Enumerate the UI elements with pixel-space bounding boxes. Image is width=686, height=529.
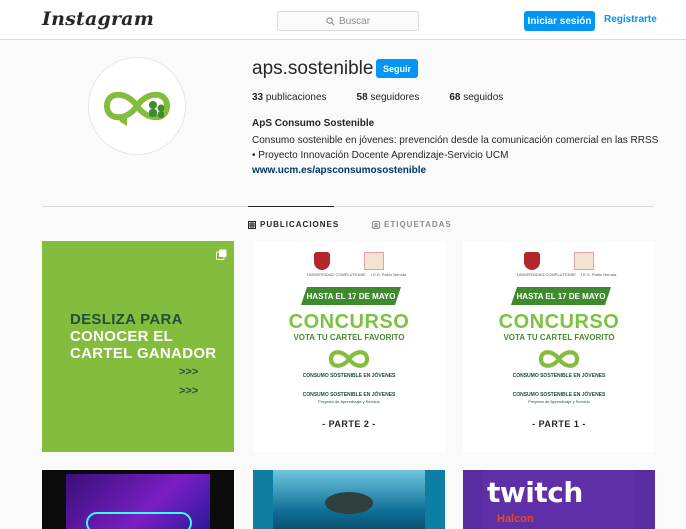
register-link[interactable]: Regístrarte (604, 14, 657, 25)
crest-label: UNIVERSIDAD COMPLUTENSE (307, 272, 366, 277)
twitch-logo: twitch (487, 476, 583, 509)
tabs-divider (42, 206, 654, 207)
post-concurso-parte-2[interactable]: UNIVERSIDAD COMPLUTENSE I.E.S. Pablo Ner… (253, 241, 445, 452)
top-nav: Instagram Buscar Iniciar sesión Regístra… (0, 0, 686, 40)
post-slide-ganador[interactable]: DESLIZA PARA CONOCER EL CARTEL GANADOR >… (42, 241, 234, 452)
carousel-icon (216, 249, 227, 260)
infinity-logo-icon (538, 350, 580, 368)
stat-following[interactable]: 68 seguidos (449, 92, 503, 103)
stat-posts: 33 publicaciones (252, 92, 327, 103)
search-placeholder: Buscar (338, 15, 371, 27)
poster-part: - PARTE 2 - (322, 419, 376, 429)
slide-text: DESLIZA PARA CONOCER EL CARTEL GANADOR (70, 311, 217, 362)
stat-followers[interactable]: 58 seguidores (357, 92, 420, 103)
school-label: I.E.S. Pablo Neruda (581, 272, 617, 277)
crest-label: UNIVERSIDAD COMPLUTENSE (517, 272, 576, 277)
post-concurso-parte-1[interactable]: UNIVERSIDAD COMPLUTENSE I.E.S. Pablo Ner… (463, 241, 655, 452)
profile-url-link[interactable]: www.ucm.es/apsconsumosostenible (252, 165, 426, 176)
poster-line-1: CONSUMO SOSTENIBLE EN JÓVENES (512, 373, 606, 379)
poster-title: CONCURSO (498, 311, 620, 333)
profile-avatar[interactable] (88, 57, 186, 155)
sustainability-logo-icon (103, 91, 171, 126)
neon-ring (86, 512, 192, 529)
poster-subtitle: VOTA TU CARTEL FAVORITO (293, 333, 405, 342)
follow-button[interactable]: Seguir (376, 59, 418, 78)
poster-part: - PARTE 1 - (532, 419, 586, 429)
instagram-logo[interactable]: Instagram (42, 8, 154, 30)
twitch-subtitle: Halcon (497, 513, 534, 525)
poster-subtitle: VOTA TU CARTEL FAVORITO (503, 333, 615, 342)
search-input[interactable]: Buscar (277, 11, 419, 31)
search-icon (326, 16, 335, 25)
poster-line-1: CONSUMO SOSTENIBLE EN JÓVENES (302, 373, 396, 379)
infinity-logo-icon (328, 350, 370, 368)
school-label: I.E.S. Pablo Neruda (371, 272, 407, 277)
login-button[interactable]: Iniciar sesión (524, 11, 595, 31)
poster-banner: HASTA EL 17 DE MAYO (301, 287, 401, 305)
ucm-crest-icon (524, 252, 540, 270)
profile-full-name: ApS Consumo Sostenible (252, 118, 375, 129)
slide-arrows: >>> >>> (179, 366, 199, 397)
post-neon-thumbnail[interactable] (42, 470, 234, 529)
school-logo-icon (574, 252, 594, 270)
profile-bio: Consumo sostenible en jóvenes: prevenció… (252, 135, 659, 161)
poster-title: CONCURSO (288, 311, 410, 333)
profile-username: aps.sostenible (252, 58, 374, 79)
poster-line-2: CONSUMO SOSTENIBLE EN JÓVENES (302, 392, 396, 398)
school-logo-icon (364, 252, 384, 270)
poster-line-3: Proyecto de Aprendizaje y Servicio (528, 399, 590, 404)
tag-person-icon (372, 220, 380, 229)
tab-publicaciones[interactable]: PUBLICACIONES (248, 220, 339, 229)
ucm-crest-icon (314, 252, 330, 270)
profile-stats: 33 publicaciones 58 seguidores 68 seguid… (252, 92, 533, 103)
post-sea-turtle[interactable] (253, 470, 445, 529)
active-tab-indicator (248, 206, 334, 207)
grid-icon (248, 220, 256, 229)
turtle-shape (325, 492, 373, 514)
poster-line-2: CONSUMO SOSTENIBLE EN JÓVENES (512, 392, 606, 398)
tab-etiquetadas[interactable]: ETIQUETADAS (372, 220, 452, 229)
poster-banner: HASTA EL 17 DE MAYO (511, 287, 611, 305)
poster-line-3: Proyecto de Aprendizaje y Servicio (318, 399, 380, 404)
post-twitch[interactable]: twitch Halcon (463, 470, 655, 529)
